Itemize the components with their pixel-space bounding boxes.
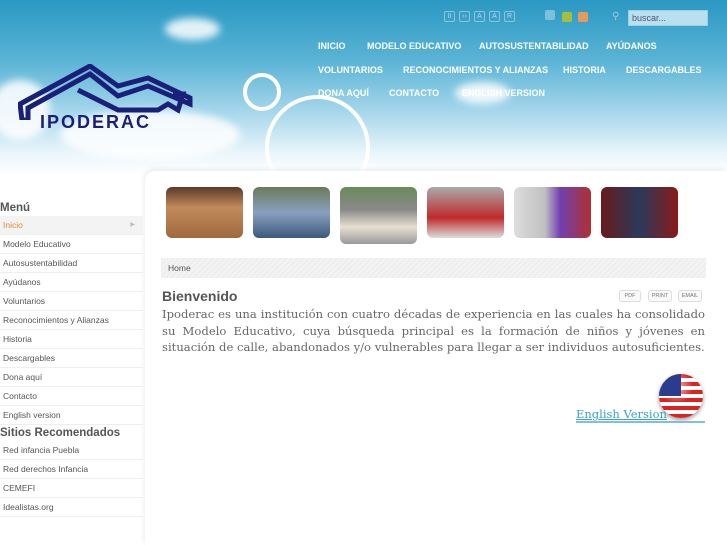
menu-item[interactable]: Contacto [0,387,143,406]
site-item[interactable]: Red derechos Infancia [0,460,143,479]
nav-inicio[interactable]: INICIO [318,41,346,51]
site-item-label: Red infancia Puebla [3,445,80,455]
menu-item[interactable]: Descargables [0,349,143,368]
logo-text: IPODERAC [40,112,152,132]
menu-item[interactable]: Dona aquí [0,368,143,387]
menu-item-label: Ayúdanos [3,277,41,287]
email-button[interactable]: EMAIL [678,290,702,302]
reset-icon[interactable]: R [504,11,515,22]
menu-item[interactable]: Modelo Educativo [0,235,143,254]
page-title: Bienvenido [162,288,238,304]
menu-item[interactable]: English version [0,406,143,425]
print-button[interactable]: PRINT [648,290,672,302]
site-item[interactable]: Red infancia Puebla [0,441,143,460]
menu-item-label: English version [3,410,61,420]
menu-item[interactable]: Inicio ▶ [0,216,143,235]
menu-item-label: Autosustentabilidad [3,258,78,268]
menu-item[interactable]: Reconocimientos y Alianzas [0,311,143,330]
chevron-right-icon: ▶ [130,222,135,228]
nav-ayudanos[interactable]: AYÚDANOS [606,41,657,51]
theme-blue-icon[interactable] [545,10,555,20]
search-input[interactable]: buscar... [628,10,708,26]
nav-english-version[interactable]: ENGLISH VERSION [462,88,545,98]
site-item[interactable]: CEMEFI [0,479,143,498]
nav-voluntarios[interactable]: VOLUNTARIOS [318,65,383,75]
decorative-circle [243,73,281,111]
menu-item-label: Inicio [3,220,23,230]
nav-autosustentabilidad[interactable]: AUTOSUSTENTABILIDAD [479,41,589,51]
menu-item[interactable]: Voluntarios [0,292,143,311]
search-icon: ⚲ [612,11,620,22]
menu-item-label: Descargables [3,353,55,363]
menu-item[interactable]: Historia [0,330,143,349]
sidebar: Menú Inicio ▶ Modelo Educativo Autosustenta… [0,200,143,517]
menu-item-label: Contacto [3,391,38,401]
gallery-photo[interactable] [340,187,417,244]
text-width-icon[interactable]: ‹› [459,11,470,22]
nav-dona-aqui[interactable]: DONA AQUÍ [318,88,369,98]
menu-item-label: Historia [3,334,32,344]
menu-item-label: Voluntarios [3,296,46,306]
theme-green-icon[interactable] [562,12,572,22]
gallery-photo[interactable] [253,187,330,238]
intro-text: Ipoderac es una institución con cuatro d… [162,307,705,354]
site-item-label: Red derechos Infancia [3,464,89,474]
nav-reconocimientos[interactable]: RECONOCIMIENTOS Y ALIANZAS [403,65,548,75]
breadcrumb[interactable]: Home [161,258,706,278]
font-size-large-icon[interactable]: A [489,11,500,22]
cloud [165,18,220,40]
font-size-icon[interactable]: A [474,11,485,22]
pdf-button[interactable]: PDF [619,290,641,302]
menu-item-label: Modelo Educativo [3,239,71,249]
menu-heading: Menú [0,202,31,214]
nav-historia[interactable]: HISTORIA [563,65,606,75]
menu-item-label: Reconocimientos y Alianzas [3,315,109,325]
site-item-label: Idealistas.org [3,502,54,512]
theme-orange-icon[interactable] [578,12,588,22]
gallery-photo[interactable] [514,187,591,238]
nav-modelo-educativo[interactable]: MODELO EDUCATIVO [367,41,461,51]
english-version-link[interactable]: English Version [576,407,705,423]
nav-descargables[interactable]: DESCARGABLES [626,65,702,75]
menu-item-label: Dona aquí [3,372,43,382]
gallery-photo[interactable] [427,187,504,238]
pause-icon[interactable]: II [444,11,455,22]
accessibility-tools: II ‹› A A R [444,11,515,22]
menu-item[interactable]: Autosustentabilidad [0,254,143,273]
site-item-label: CEMEFI [3,483,36,493]
gallery-photo[interactable] [601,187,678,238]
nav-contacto[interactable]: CONTACTO [389,88,439,98]
menu-item[interactable]: Ayúdanos [0,273,143,292]
site-item[interactable]: Idealistas.org [0,498,143,517]
sites-heading: Sitios Recomendados [0,427,121,439]
gallery-photo[interactable] [166,187,243,238]
